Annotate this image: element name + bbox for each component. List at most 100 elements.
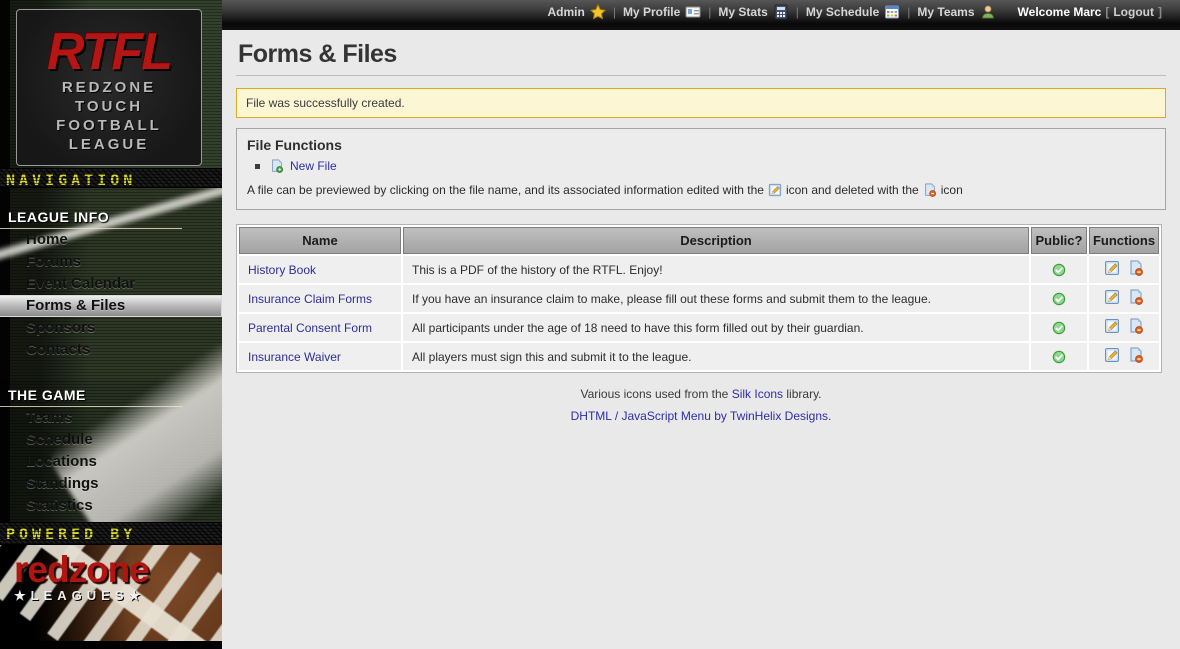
sidebar-bottom-strip bbox=[0, 641, 222, 649]
edit-icon[interactable] bbox=[1104, 318, 1120, 334]
delete-icon[interactable] bbox=[1128, 260, 1144, 276]
separator: | bbox=[613, 5, 616, 19]
star-icon bbox=[590, 4, 606, 20]
vcard-icon bbox=[685, 4, 701, 20]
column-header-name: Name bbox=[239, 227, 401, 254]
column-header-functions: Functions bbox=[1089, 227, 1159, 254]
separator: | bbox=[907, 5, 910, 19]
my-teams-label: My Teams bbox=[917, 5, 974, 19]
list-bullet bbox=[255, 164, 260, 169]
file-name-link[interactable]: History Book bbox=[248, 263, 316, 277]
table-row: Insurance Claim Forms If you have an ins… bbox=[239, 285, 1159, 312]
rtfl-logo-acronym: RTFL bbox=[17, 26, 201, 78]
edit-icon[interactable] bbox=[1104, 347, 1120, 363]
sidebar-item-sponsors[interactable]: Sponsors bbox=[0, 317, 222, 339]
file-functions-note: A file can be previewed by clicking on t… bbox=[247, 183, 1155, 197]
credits-text: Various icons used from the bbox=[580, 387, 728, 401]
delete-icon[interactable] bbox=[1128, 289, 1144, 305]
sidebar-item-standings[interactable]: Standings bbox=[0, 473, 222, 495]
rtfl-logo-line: TOUCH bbox=[17, 97, 201, 116]
credits-line-icons: Various icons used from the Silk Icons l… bbox=[236, 387, 1166, 401]
redzone-logo-name: redzone bbox=[14, 551, 222, 588]
file-description: All players must sign this and submit it… bbox=[403, 343, 1029, 370]
section-title-the-game: THE GAME bbox=[0, 383, 182, 407]
sidebar-item-event-calendar[interactable]: Event Calendar bbox=[0, 273, 222, 295]
edit-icon[interactable] bbox=[1104, 289, 1120, 305]
edit-icon[interactable] bbox=[1104, 260, 1120, 276]
public-yes-icon bbox=[1052, 321, 1066, 335]
title-divider bbox=[236, 75, 1166, 76]
public-yes-icon bbox=[1052, 263, 1066, 277]
navigation-strip: NAVIGATION bbox=[0, 168, 222, 188]
note-text: icon bbox=[941, 183, 963, 197]
redzone-logo-sub: ★LEAGUES★ bbox=[14, 588, 222, 604]
file-description: All participants under the age of 18 nee… bbox=[403, 314, 1029, 341]
column-header-public: Public? bbox=[1031, 227, 1087, 254]
sidebar-item-contacts[interactable]: Contacts bbox=[0, 339, 222, 361]
separator: | bbox=[708, 5, 711, 19]
sidebar: RTFL REDZONE TOUCH FOOTBALL LEAGUE NAVIG… bbox=[0, 0, 222, 649]
file-description: If you have an insurance claim to make, … bbox=[403, 285, 1029, 312]
topbar-item-my-teams[interactable]: My Teams bbox=[917, 4, 995, 20]
note-text: icon and deleted with the bbox=[786, 183, 919, 197]
column-header-description: Description bbox=[403, 227, 1029, 254]
new-file-icon bbox=[270, 159, 284, 173]
bracket: [ bbox=[1105, 5, 1109, 19]
topbar-item-my-stats[interactable]: My Stats bbox=[718, 4, 788, 20]
powered-by-label: POWERED BY bbox=[0, 523, 222, 545]
sidebar-item-teams[interactable]: Teams bbox=[0, 407, 222, 429]
new-file-link[interactable]: New File bbox=[290, 159, 337, 173]
my-schedule-label: My Schedule bbox=[806, 5, 879, 19]
file-functions-box: File Functions New File A file can be pr… bbox=[236, 128, 1166, 210]
sidebar-item-locations[interactable]: Locations bbox=[0, 451, 222, 473]
my-stats-label: My Stats bbox=[718, 5, 767, 19]
sidebar-item-statistics[interactable]: Statistics bbox=[0, 495, 222, 517]
person-icon bbox=[980, 4, 996, 20]
file-functions-title: File Functions bbox=[247, 137, 1155, 153]
table-row: History Book This is a PDF of the histor… bbox=[239, 256, 1159, 283]
table-row: Insurance Waiver All players must sign t… bbox=[239, 343, 1159, 370]
main-content: Forms & Files File was successfully crea… bbox=[222, 30, 1180, 649]
calendar-icon bbox=[884, 4, 900, 20]
section-title-league-info: LEAGUE INFO bbox=[0, 205, 182, 229]
welcome-text: Welcome Marc bbox=[1018, 5, 1102, 19]
file-name-link[interactable]: Parental Consent Form bbox=[248, 321, 372, 335]
logout-button[interactable]: Logout bbox=[1113, 5, 1154, 19]
bracket: ] bbox=[1158, 5, 1162, 19]
topbar-item-my-schedule[interactable]: My Schedule bbox=[806, 4, 900, 20]
file-name-link[interactable]: Insurance Waiver bbox=[248, 350, 341, 364]
file-description: This is a PDF of the history of the RTFL… bbox=[403, 256, 1029, 283]
public-yes-icon bbox=[1052, 292, 1066, 306]
rtfl-logo-line: REDZONE bbox=[17, 78, 201, 97]
twinhelix-link[interactable]: DHTML / JavaScript Menu by TwinHelix Des… bbox=[571, 409, 832, 423]
page-title: Forms & Files bbox=[238, 40, 1166, 69]
files-table: Name Description Public? Functions Histo… bbox=[236, 224, 1162, 373]
file-name-link[interactable]: Insurance Claim Forms bbox=[248, 292, 372, 306]
powered-by-strip: POWERED BY bbox=[0, 522, 222, 545]
delete-icon[interactable] bbox=[1128, 347, 1144, 363]
my-profile-label: My Profile bbox=[623, 5, 680, 19]
rtfl-logo[interactable]: RTFL REDZONE TOUCH FOOTBALL LEAGUE bbox=[16, 9, 202, 166]
navigation-strip-label: NAVIGATION bbox=[0, 169, 222, 188]
public-yes-icon bbox=[1052, 350, 1066, 364]
sidebar-item-forms-files[interactable]: Forms & Files bbox=[0, 295, 222, 317]
calculator-icon bbox=[773, 4, 789, 20]
topbar-item-my-profile[interactable]: My Profile bbox=[623, 4, 701, 20]
note-text: A file can be previewed by clicking on t… bbox=[247, 183, 764, 197]
rtfl-logo-line: LEAGUE bbox=[17, 135, 201, 154]
rtfl-logo-line: FOOTBALL bbox=[17, 116, 201, 135]
sidebar-item-home[interactable]: Home bbox=[0, 229, 222, 251]
topbar: Admin | My Profile | My Stats | My Sched… bbox=[222, 0, 1180, 30]
silk-icons-link[interactable]: Silk Icons bbox=[732, 387, 783, 401]
delete-icon bbox=[923, 183, 937, 197]
separator: | bbox=[796, 5, 799, 19]
delete-icon[interactable] bbox=[1128, 318, 1144, 334]
redzone-leagues-logo[interactable]: redzone ★LEAGUES★ bbox=[0, 545, 222, 641]
sidebar-item-forums[interactable]: Forums bbox=[0, 251, 222, 273]
flash-message: File was successfully created. bbox=[236, 88, 1166, 118]
admin-label: Admin bbox=[547, 5, 584, 19]
topbar-item-admin[interactable]: Admin bbox=[547, 4, 605, 20]
credits-line-menu: DHTML / JavaScript Menu by TwinHelix Des… bbox=[236, 409, 1166, 423]
table-header-row: Name Description Public? Functions bbox=[239, 227, 1159, 254]
sidebar-item-schedule[interactable]: Schedule bbox=[0, 429, 222, 451]
